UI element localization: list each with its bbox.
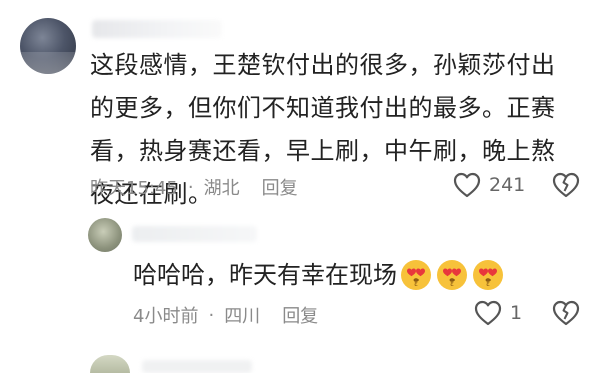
heart-eyes-emoji-icon: ε xyxy=(437,260,467,290)
heart-eyes-emoji-icon: ε xyxy=(473,260,503,290)
reply-location: 四川 xyxy=(224,306,261,327)
reply-dislike-button[interactable] xyxy=(552,300,580,330)
broken-heart-icon xyxy=(552,300,580,326)
meta-separator: · xyxy=(187,176,194,198)
heart-eyes-emoji-icon: ε xyxy=(401,260,431,290)
meta-separator: · xyxy=(208,304,215,326)
dislike-button[interactable] xyxy=(552,172,580,202)
reply-avatar[interactable] xyxy=(88,218,122,252)
like-button[interactable]: 241 xyxy=(453,172,525,198)
reply-meta: 4小时前 · 四川 回复 xyxy=(133,302,318,328)
like-count: 241 xyxy=(489,174,526,196)
commenter-avatar[interactable] xyxy=(20,18,76,74)
reply-name-blurred[interactable] xyxy=(132,226,257,242)
svg-text:ε: ε xyxy=(450,280,454,288)
comment-location: 湖北 xyxy=(203,178,240,199)
reply-text-row: 哈哈哈，昨天有幸在现场 ε ε ε xyxy=(133,256,505,294)
reply-reply-button[interactable]: 回复 xyxy=(282,302,318,328)
reply-button[interactable]: 回复 xyxy=(262,174,298,200)
reply-like-count: 1 xyxy=(510,302,523,324)
emoji-group: ε ε ε xyxy=(399,258,505,292)
next-reply-name-blurred[interactable] xyxy=(142,360,252,373)
comment-meta: 昨天15:45 · 湖北 回复 xyxy=(90,174,298,200)
comment-time: 昨天15:45 xyxy=(90,178,178,199)
reply-text: 哈哈哈，昨天有幸在现场 xyxy=(133,261,397,289)
reply-time: 4小时前 xyxy=(133,306,199,327)
next-reply-avatar[interactable] xyxy=(90,355,130,373)
reply-like-button[interactable]: 1 xyxy=(474,300,522,326)
svg-text:ε: ε xyxy=(486,280,490,288)
broken-heart-icon xyxy=(552,172,580,198)
heart-outline-icon xyxy=(453,172,481,198)
svg-text:ε: ε xyxy=(414,280,418,288)
commenter-name-blurred[interactable] xyxy=(92,20,222,38)
heart-outline-icon xyxy=(474,300,502,326)
